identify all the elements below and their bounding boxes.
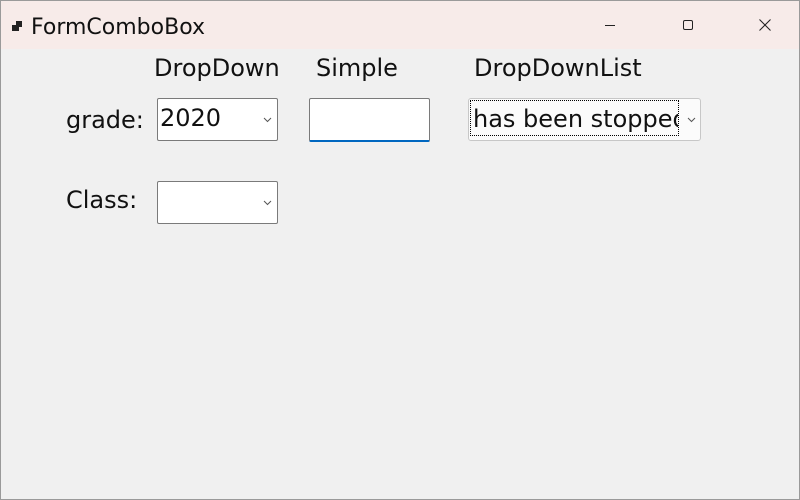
simple-header-label: Simple xyxy=(316,54,398,82)
grade-label: grade: xyxy=(66,106,144,134)
app-icon xyxy=(12,21,22,31)
focus-rectangle: has been stopped xyxy=(470,100,679,136)
grade-simple-combobox-input[interactable] xyxy=(309,98,430,142)
chevron-down-icon[interactable] xyxy=(263,117,272,123)
close-button[interactable] xyxy=(726,1,800,49)
maximize-button[interactable] xyxy=(649,1,727,49)
window-title: FormComboBox xyxy=(31,15,205,40)
form-window: FormComboBox DropDown Simple DropDownLis… xyxy=(0,0,800,500)
dropdownlist-header-label: DropDownList xyxy=(474,54,642,82)
minimize-button[interactable] xyxy=(571,1,649,49)
maximize-icon xyxy=(683,20,693,30)
minimize-icon xyxy=(605,25,615,26)
chevron-down-icon[interactable] xyxy=(687,117,696,123)
grade-dropdownlist-combobox[interactable]: has been stopped xyxy=(468,98,701,141)
class-label: Class: xyxy=(66,186,138,214)
dropdown-header-label: DropDown xyxy=(154,54,280,82)
title-bar[interactable]: FormComboBox xyxy=(1,1,799,49)
chevron-down-icon[interactable] xyxy=(263,200,272,206)
grade-dropdown-value: 2020 xyxy=(160,104,222,132)
close-icon xyxy=(759,19,771,31)
class-dropdown-combobox[interactable] xyxy=(157,181,278,224)
grade-dropdown-combobox[interactable]: 2020 xyxy=(157,98,278,141)
grade-dropdownlist-value: has been stopped xyxy=(473,105,679,133)
